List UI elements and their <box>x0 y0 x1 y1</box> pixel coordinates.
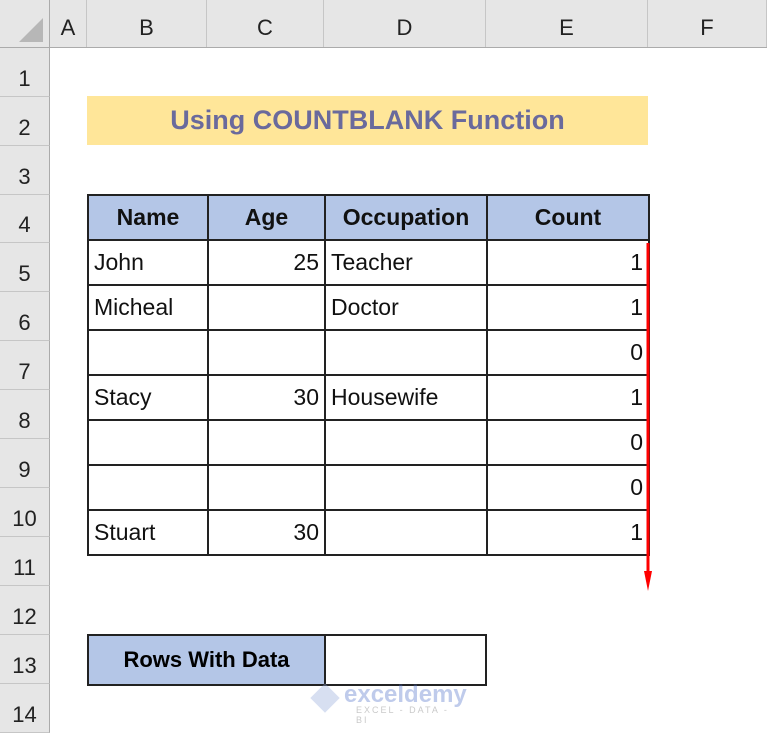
name-cell[interactable] <box>87 464 209 511</box>
count-cell[interactable]: 1 <box>486 284 650 331</box>
column-header-a[interactable]: A <box>50 0 87 47</box>
occupation-cell[interactable] <box>324 329 488 376</box>
name-cell[interactable]: Micheal <box>87 284 209 331</box>
age-cell[interactable] <box>207 419 326 466</box>
occupation-cell[interactable]: Teacher <box>324 239 488 286</box>
table-row: Micheal Doctor 1 <box>87 284 650 331</box>
rows-with-data-value[interactable] <box>324 634 487 686</box>
age-cell[interactable]: 30 <box>207 509 326 556</box>
age-cell[interactable] <box>207 464 326 511</box>
count-cell[interactable]: 0 <box>486 464 650 511</box>
column-header-f[interactable]: F <box>648 0 767 47</box>
row-header-14[interactable]: 14 <box>0 684 50 733</box>
data-table: Name Age Occupation Count John 25 Teacher 1… <box>87 194 650 556</box>
occupation-cell[interactable]: Housewife <box>324 374 488 421</box>
name-cell[interactable] <box>87 419 209 466</box>
row-header-11[interactable]: 11 <box>0 537 50 586</box>
header-age[interactable]: Age <box>207 194 326 241</box>
header-occupation[interactable]: Occupation <box>324 194 488 241</box>
summary-table: Rows With Data <box>87 634 487 686</box>
row-header-7[interactable]: 7 <box>0 341 50 390</box>
column-header-e[interactable]: E <box>486 0 648 47</box>
column-header-d[interactable]: D <box>324 0 486 47</box>
age-cell[interactable]: 30 <box>207 374 326 421</box>
row-header-12[interactable]: 12 <box>0 586 50 635</box>
watermark-tagline: EXCEL - DATA - BI <box>356 705 449 725</box>
count-cell[interactable]: 1 <box>486 374 650 421</box>
exceldemy-logo-icon <box>310 683 340 713</box>
count-cell[interactable]: 1 <box>486 509 650 556</box>
occupation-cell[interactable] <box>324 509 488 556</box>
table-row: Stacy 30 Housewife 1 <box>87 374 650 421</box>
row-header-5[interactable]: 5 <box>0 243 50 292</box>
name-cell[interactable]: John <box>87 239 209 286</box>
row-header-8[interactable]: 8 <box>0 390 50 439</box>
row-header-3[interactable]: 3 <box>0 146 50 195</box>
row-header-4[interactable]: 4 <box>0 195 50 243</box>
count-cell[interactable]: 1 <box>486 239 650 286</box>
occupation-cell[interactable] <box>324 464 488 511</box>
column-headers: A B C D E F <box>50 0 767 48</box>
row-header-10[interactable]: 10 <box>0 488 50 537</box>
age-cell[interactable] <box>207 329 326 376</box>
header-name[interactable]: Name <box>87 194 209 241</box>
rows-with-data-label[interactable]: Rows With Data <box>87 634 326 686</box>
occupation-cell[interactable]: Doctor <box>324 284 488 331</box>
row-header-2[interactable]: 2 <box>0 97 50 146</box>
row-header-6[interactable]: 6 <box>0 292 50 341</box>
column-header-b[interactable]: B <box>87 0 207 47</box>
sheet-title: Using COUNTBLANK Function <box>87 96 648 145</box>
row-header-1[interactable]: 1 <box>0 48 50 97</box>
table-header-row: Name Age Occupation Count <box>87 194 650 241</box>
name-cell[interactable]: Stuart <box>87 509 209 556</box>
table-row: 0 <box>87 419 650 466</box>
age-cell[interactable] <box>207 284 326 331</box>
header-count[interactable]: Count <box>486 194 650 241</box>
table-row: Stuart 30 1 <box>87 509 650 556</box>
table-row: John 25 Teacher 1 <box>87 239 650 286</box>
column-header-c[interactable]: C <box>207 0 324 47</box>
red-arrow-icon <box>644 243 652 591</box>
count-cell[interactable]: 0 <box>486 329 650 376</box>
table-row: 0 <box>87 464 650 511</box>
row-header-9[interactable]: 9 <box>0 439 50 488</box>
age-cell[interactable]: 25 <box>207 239 326 286</box>
select-all-corner[interactable] <box>0 0 50 48</box>
name-cell[interactable]: Stacy <box>87 374 209 421</box>
count-cell[interactable]: 0 <box>486 419 650 466</box>
row-header-13[interactable]: 13 <box>0 635 50 684</box>
table-row: 0 <box>87 329 650 376</box>
name-cell[interactable] <box>87 329 209 376</box>
watermark: exceldemy EXCEL - DATA - BI <box>310 681 467 725</box>
select-all-icon <box>19 18 43 42</box>
occupation-cell[interactable] <box>324 419 488 466</box>
